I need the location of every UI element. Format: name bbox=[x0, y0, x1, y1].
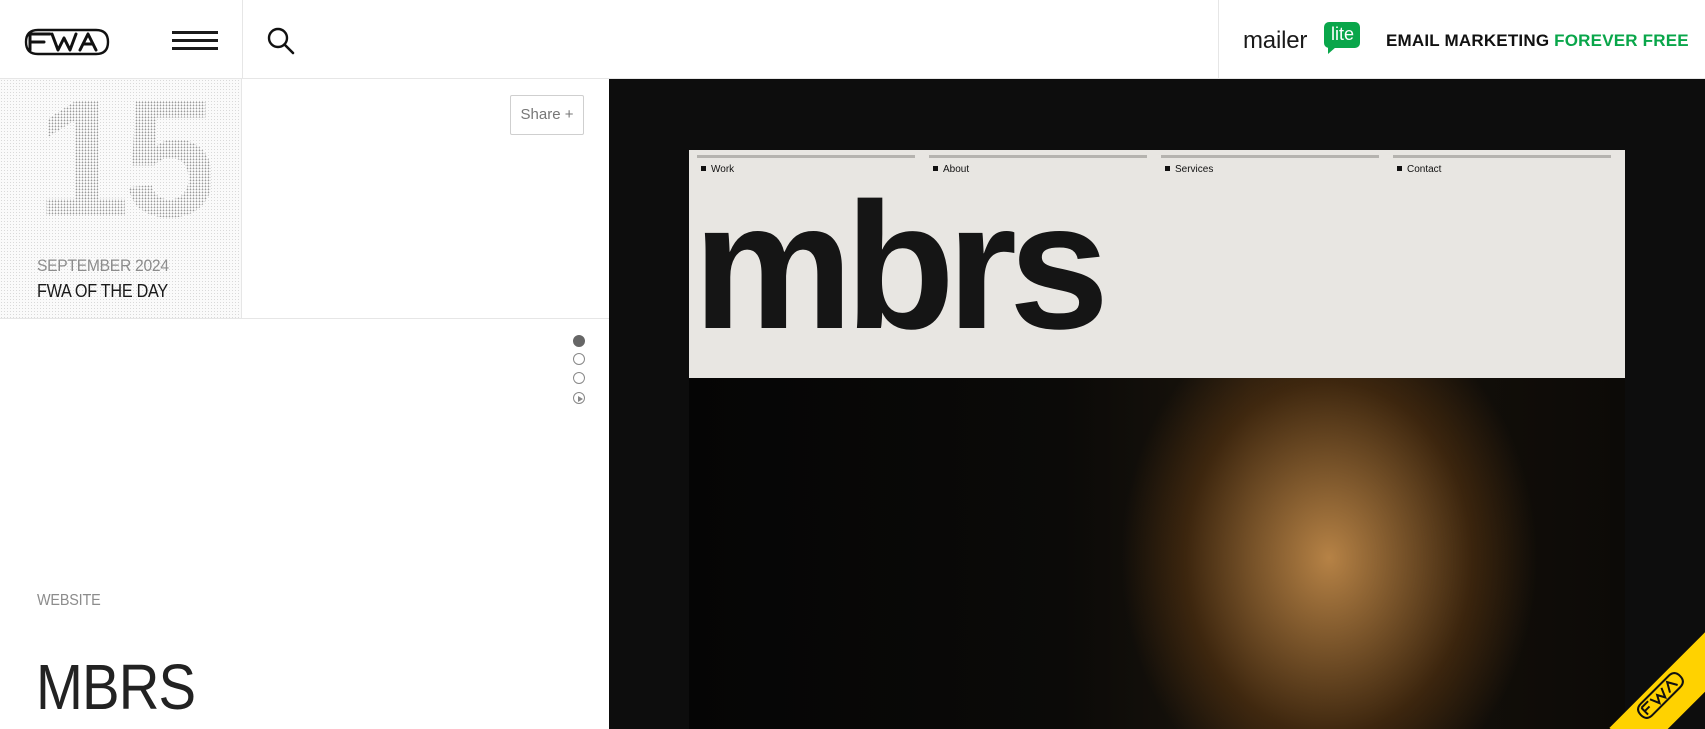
screenshot-nav-rule bbox=[1161, 155, 1379, 158]
award-label: FWA OF THE DAY bbox=[37, 281, 168, 301]
fwa-logo[interactable] bbox=[24, 26, 110, 56]
mailerlite-logo[interactable]: mailer lite bbox=[1243, 22, 1363, 58]
play-icon[interactable] bbox=[573, 392, 585, 404]
ad-brand-text: mailer bbox=[1243, 27, 1308, 54]
divider bbox=[242, 0, 243, 79]
share-button[interactable]: Share + bbox=[510, 95, 584, 135]
date-month-year: SEPTEMBER 2024 bbox=[37, 256, 169, 275]
project-title: MBRS bbox=[36, 651, 196, 723]
ad-tagline-part2: FOREVER FREE bbox=[1554, 31, 1689, 50]
screenshot-header: Work About Services Contact mbrs bbox=[689, 150, 1625, 378]
menu-button[interactable] bbox=[172, 30, 218, 52]
day-number: 15 bbox=[36, 64, 217, 252]
screenshot-nav-rule bbox=[697, 155, 915, 158]
top-bar: mailer lite EMAIL MARKETING FOREVER FREE bbox=[0, 0, 1705, 79]
slide-dot-2[interactable] bbox=[573, 353, 585, 365]
screenshot-nav-rule bbox=[929, 155, 1147, 158]
divider bbox=[0, 318, 609, 319]
screenshot-nav-contact: Contact bbox=[1397, 164, 1441, 175]
screenshot-nav-services: Services bbox=[1165, 164, 1213, 175]
warehouse-photo bbox=[689, 378, 1625, 729]
ad-brand-badge: lite bbox=[1324, 22, 1361, 54]
project-category: WEBSITE bbox=[37, 592, 101, 609]
ad-tagline-part1: EMAIL MARKETING bbox=[1386, 31, 1555, 50]
date-panel: 15 SEPTEMBER 2024 FWA OF THE DAY bbox=[0, 64, 242, 318]
slide-dot-1[interactable] bbox=[573, 335, 585, 347]
website-screenshot: Work About Services Contact mbrs bbox=[689, 150, 1625, 729]
slide-dot-3[interactable] bbox=[573, 372, 585, 384]
divider bbox=[1218, 0, 1219, 79]
hamburger-icon-bar bbox=[172, 39, 218, 42]
fwa-corner-badge[interactable] bbox=[1565, 589, 1705, 729]
project-preview[interactable]: Work About Services Contact mbrs bbox=[609, 79, 1705, 729]
screenshot-nav-rule bbox=[1393, 155, 1611, 158]
ad-tagline[interactable]: EMAIL MARKETING FOREVER FREE bbox=[1386, 31, 1689, 51]
screenshot-brand-wordmark: mbrs bbox=[693, 166, 1109, 367]
search-icon[interactable] bbox=[266, 26, 296, 56]
hamburger-icon-bar bbox=[172, 47, 218, 50]
hamburger-icon-bar bbox=[172, 31, 218, 34]
